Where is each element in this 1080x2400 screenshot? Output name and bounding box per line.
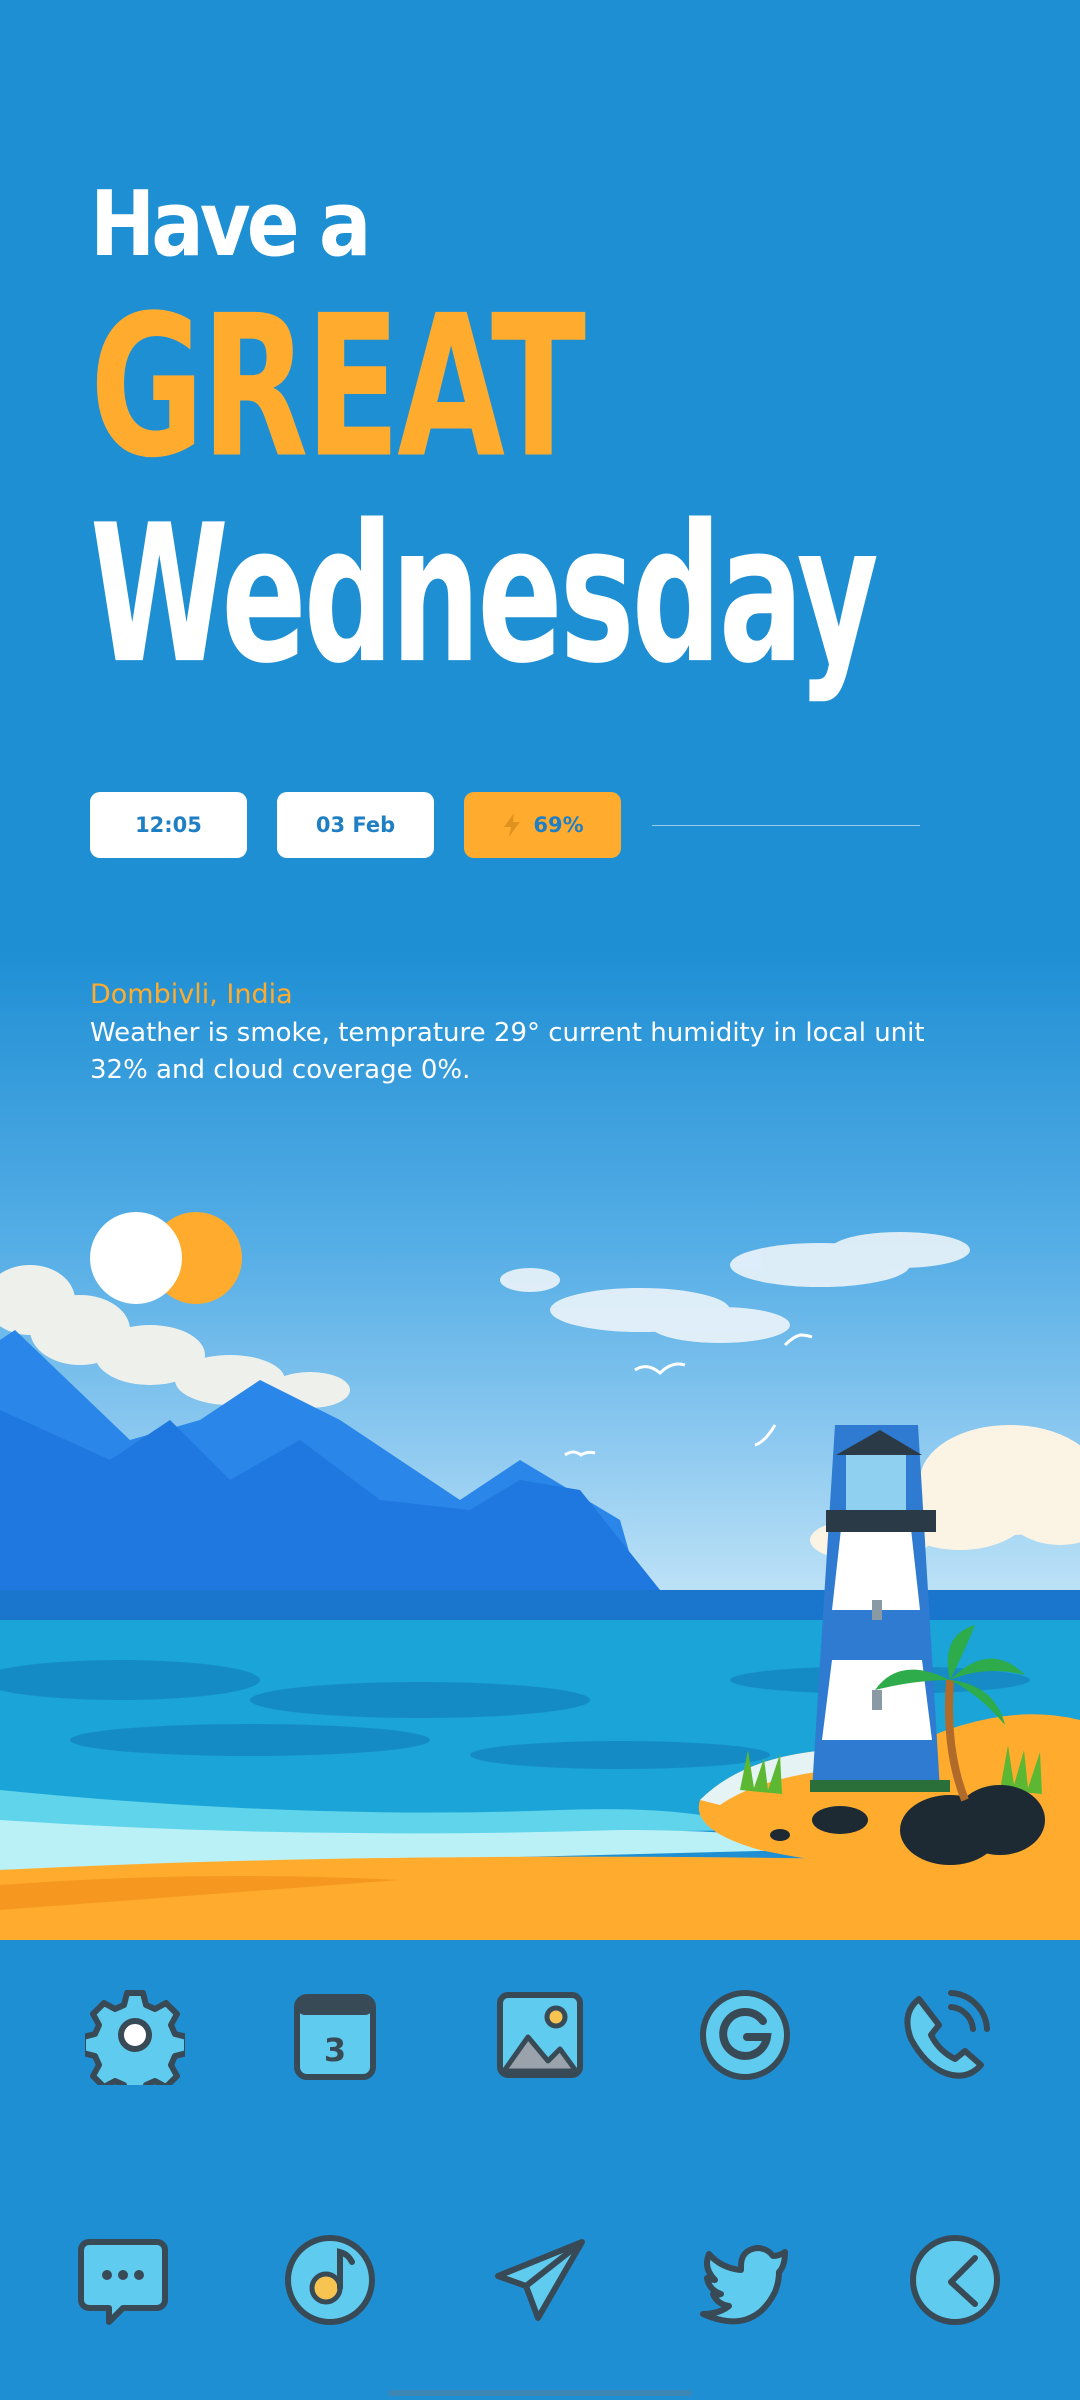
weather-location: Dombivli, India: [90, 979, 293, 1010]
weather-widget[interactable]: Dombivli, India Weather is smoke, tempra…: [90, 975, 950, 1089]
music-icon: [285, 2235, 375, 2325]
app-settings[interactable]: [80, 1980, 190, 2090]
date-chip[interactable]: 03 Feb: [277, 792, 434, 858]
greeting-headline: Have a GREAT Wednesday: [90, 180, 879, 690]
divider-line: [652, 825, 920, 826]
time-chip[interactable]: 12:05: [90, 792, 247, 858]
app-dock: 3: [0, 1900, 1080, 2400]
app-phone[interactable]: [890, 1980, 1000, 2090]
home-screen: Have a GREAT Wednesday 12:05 03 Feb 69% …: [0, 0, 1080, 2400]
gallery-icon: [497, 1992, 583, 2078]
battery-label: 69%: [533, 813, 584, 837]
app-twitter[interactable]: [690, 2225, 800, 2335]
app-clock[interactable]: [900, 2225, 1010, 2335]
app-music[interactable]: [275, 2225, 385, 2335]
bolt-icon: [504, 813, 521, 837]
app-messages[interactable]: [68, 2225, 178, 2335]
greeting-line-2: GREAT: [90, 273, 586, 502]
app-gallery[interactable]: [485, 1980, 595, 2090]
twitter-icon: [700, 2245, 788, 2325]
time-label: 12:05: [135, 813, 202, 837]
date-label: 03 Feb: [315, 813, 396, 837]
telegram-icon: [495, 2239, 585, 2321]
clock-icon: [910, 2235, 1000, 2325]
google-icon: [700, 1990, 790, 2080]
weather-description: Weather is smoke, temprature 29° current…: [90, 1018, 925, 1085]
app-calendar[interactable]: 3: [280, 1980, 390, 2090]
messages-icon: [78, 2239, 168, 2325]
gesture-navigation-bar[interactable]: [388, 2390, 692, 2396]
phone-icon: [904, 1990, 990, 2079]
app-google[interactable]: [690, 1980, 800, 2090]
battery-chip[interactable]: 69%: [464, 792, 621, 858]
settings-icon: [85, 1990, 185, 2085]
beach-lighthouse-illustration: [0, 1232, 1080, 1940]
app-telegram[interactable]: [485, 2225, 595, 2335]
svg-text:3: 3: [324, 2031, 346, 2069]
greeting-line-1: Have a: [90, 173, 371, 277]
greeting-line-3: Wednesday: [90, 484, 879, 707]
calendar-icon: 3: [294, 1994, 376, 2080]
